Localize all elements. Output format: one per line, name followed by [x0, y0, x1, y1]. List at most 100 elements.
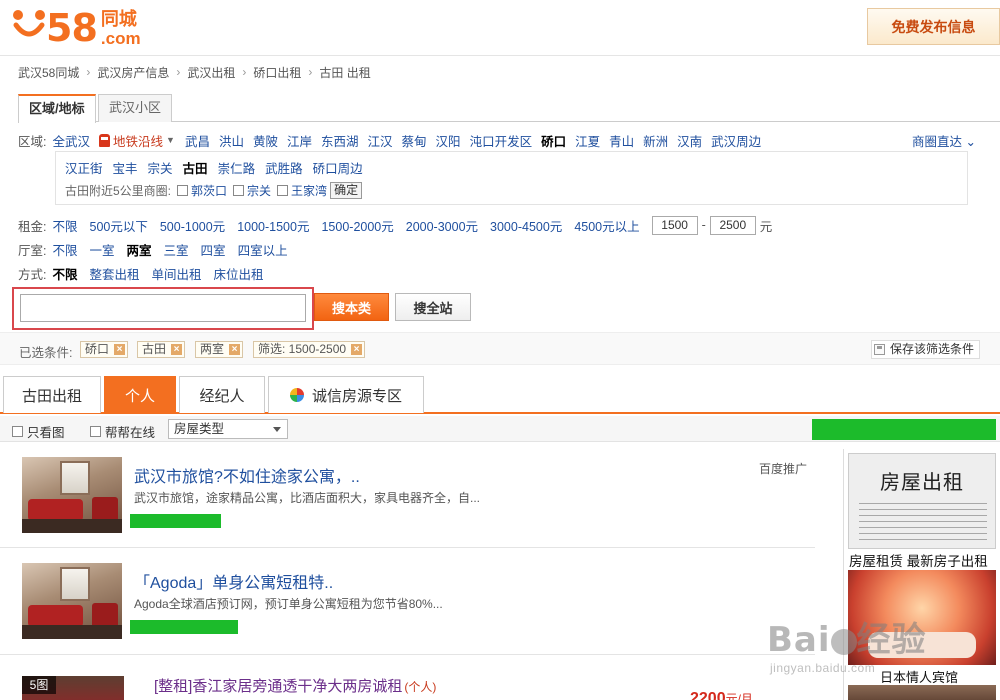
street-option-selected[interactable]: 古田 [183, 158, 208, 177]
house-type-select[interactable]: 房屋类型 [168, 419, 288, 439]
tab-area-landmark[interactable]: 区域/地标 [18, 94, 96, 123]
search-input[interactable] [20, 294, 306, 322]
business-circle-link[interactable]: 商圈直达 ⌄ [912, 131, 976, 150]
district-option[interactable]: 蔡甸 [402, 131, 427, 150]
rent-option[interactable]: 4500元以上 [574, 216, 639, 235]
rent-option[interactable]: 1500-2000元 [321, 216, 393, 235]
condition-tag[interactable]: 筛选: 1500-2500 × [253, 341, 366, 358]
room-option-selected[interactable]: 两室 [127, 240, 152, 259]
mode-option[interactable]: 单间出租 [152, 264, 202, 283]
street-subfilter-box: 汉正街 宝丰 宗关 古田 崇仁路 武胜路 硚口周边 古田附近5公里商圈: 郭茨口… [55, 151, 968, 205]
district-option[interactable]: 武昌 [185, 131, 210, 150]
district-option[interactable]: 东西湖 [321, 131, 359, 150]
search-category-button[interactable]: 搜本类 [314, 293, 389, 321]
condition-tag[interactable]: 硚口 × [80, 341, 129, 358]
district-option[interactable]: 汉阳 [436, 131, 461, 150]
street-option[interactable]: 武胜路 [265, 158, 303, 177]
listing-title[interactable]: 武汉市旅馆?不如住途家公寓，.. [134, 463, 360, 487]
breadcrumb-item[interactable]: 武汉房产信息 [97, 64, 169, 81]
room-option[interactable]: 不限 [52, 240, 77, 259]
nearby-checkbox[interactable] [177, 185, 189, 196]
room-option[interactable]: 三室 [164, 240, 189, 259]
nearby-checkbox[interactable] [233, 185, 245, 196]
district-option[interactable]: 新洲 [643, 131, 668, 150]
tab-personal[interactable]: 个人 [104, 376, 176, 414]
district-option[interactable]: 汉南 [677, 131, 702, 150]
nearby-option[interactable]: 郭茨口 [191, 182, 227, 199]
rent-option[interactable]: 500-1000元 [160, 216, 225, 235]
breadcrumb-item[interactable]: 武汉58同城 [18, 64, 79, 81]
site-logo[interactable]: 58 同城 .com [12, 6, 141, 50]
street-option[interactable]: 汉正街 [65, 158, 103, 177]
rent-option[interactable]: 1000-1500元 [237, 216, 309, 235]
subway-filter[interactable]: 地铁沿线 ▼ [99, 131, 175, 150]
street-option[interactable]: 崇仁路 [218, 158, 256, 177]
condition-tag[interactable]: 两室 × [195, 341, 244, 358]
breadcrumb-item[interactable]: 武汉出租 [187, 64, 235, 81]
nearby-checkbox[interactable] [277, 185, 289, 196]
search-highlight-frame [12, 287, 314, 330]
confirm-button[interactable]: 确定 [330, 182, 363, 199]
tab-gutian-rent[interactable]: 古田出租 [3, 376, 101, 413]
online-checkbox[interactable] [90, 426, 101, 437]
room-option[interactable]: 一室 [90, 240, 115, 259]
search-site-button[interactable]: 搜全站 [395, 293, 471, 321]
mode-option[interactable]: 床位出租 [214, 264, 264, 283]
rent-option[interactable]: 500元以下 [90, 216, 148, 235]
smiley-logo-icon [13, 10, 45, 37]
district-option[interactable]: 江夏 [575, 131, 600, 150]
tab-wuhan-community[interactable]: 武汉小区 [98, 94, 173, 122]
breadcrumb: 武汉58同城 › 武汉房产信息 › 武汉出租 › 硚口出租 › 古田 出租 [18, 64, 371, 80]
street-option[interactable]: 宝丰 [113, 158, 138, 177]
chevron-right-icon: › [308, 65, 313, 79]
price-dash: - [701, 218, 706, 232]
photo-count-badge: 5图 [22, 676, 56, 694]
district-option-selected[interactable]: 硚口 [541, 131, 566, 150]
save-filter-button[interactable]: 保存该筛选条件 [871, 340, 981, 359]
street-option[interactable]: 硚口周边 [313, 158, 363, 177]
district-option[interactable]: 江岸 [287, 131, 312, 150]
tab-trusted-listings[interactable]: 诚信房源专区 [268, 376, 424, 413]
selected-conditions-bar: 已选条件: 硚口 × 古田 × 两室 × 筛选: 1500-2500 × 保存该… [0, 332, 1000, 365]
ad-caption[interactable]: 房屋租赁 最新房子出租 [849, 550, 988, 570]
ad-image-house-rent[interactable]: 房屋出租 [848, 453, 996, 549]
rent-option[interactable]: 2000-3000元 [406, 216, 478, 235]
listing-thumbnail[interactable] [22, 563, 122, 639]
remove-icon[interactable]: × [229, 344, 241, 355]
condition-tag[interactable]: 古田 × [137, 341, 186, 358]
district-option[interactable]: 武汉周边 [711, 131, 761, 150]
district-option[interactable]: 沌口开发区 [470, 131, 533, 150]
mode-option[interactable]: 整套出租 [90, 264, 140, 283]
district-option[interactable]: 洪山 [219, 131, 244, 150]
remove-icon[interactable]: × [114, 344, 126, 355]
tab-agent[interactable]: 经纪人 [179, 376, 265, 413]
district-option[interactable]: 江汉 [368, 131, 393, 150]
nearby-option[interactable]: 宗关 [247, 182, 271, 199]
listing-thumbnail[interactable] [22, 457, 122, 533]
breadcrumb-item[interactable]: 硚口出租 [253, 64, 301, 81]
rent-option[interactable]: 不限 [52, 216, 77, 235]
district-option[interactable]: 黄陂 [253, 131, 278, 150]
nearby-circles: 古田附近5公里商圈: 郭茨口 宗关 王家湾 确定 [65, 182, 363, 199]
remove-icon[interactable]: × [171, 344, 183, 355]
nearby-option[interactable]: 王家湾 [291, 182, 327, 199]
rent-max-input[interactable]: 2500 [709, 215, 756, 235]
district-option[interactable]: 青山 [609, 131, 634, 150]
photo-only-checkbox[interactable] [12, 426, 23, 437]
rent-option[interactable]: 3000-4500元 [490, 216, 562, 235]
listing-title[interactable]: 「Agoda」单身公寓短租特.. [134, 569, 333, 593]
room-option[interactable]: 四室以上 [238, 240, 288, 259]
publish-free-button[interactable]: 免费发布信息 [867, 8, 1000, 45]
district-all[interactable]: 全武汉 [52, 131, 90, 150]
remove-icon[interactable]: × [351, 344, 363, 355]
listing-desc: Agoda全球酒店预订网，预订单身公寓短租为您节省80%... [134, 597, 443, 611]
photo-only-option[interactable]: 只看图 [12, 422, 65, 441]
baidu-watermark: Bai 经验 jingyan.baidu.com [767, 620, 927, 675]
street-option[interactable]: 宗关 [148, 158, 173, 177]
mode-option-selected[interactable]: 不限 [52, 264, 77, 283]
personal-tag: (个人) [404, 680, 437, 694]
online-option[interactable]: 帮帮在线 [90, 422, 155, 441]
room-option[interactable]: 四室 [201, 240, 226, 259]
listing-title[interactable]: [整租]香江家居旁通透干净大两房诚租 (个人) [154, 675, 436, 696]
rent-min-input[interactable]: 1500 [651, 215, 698, 235]
